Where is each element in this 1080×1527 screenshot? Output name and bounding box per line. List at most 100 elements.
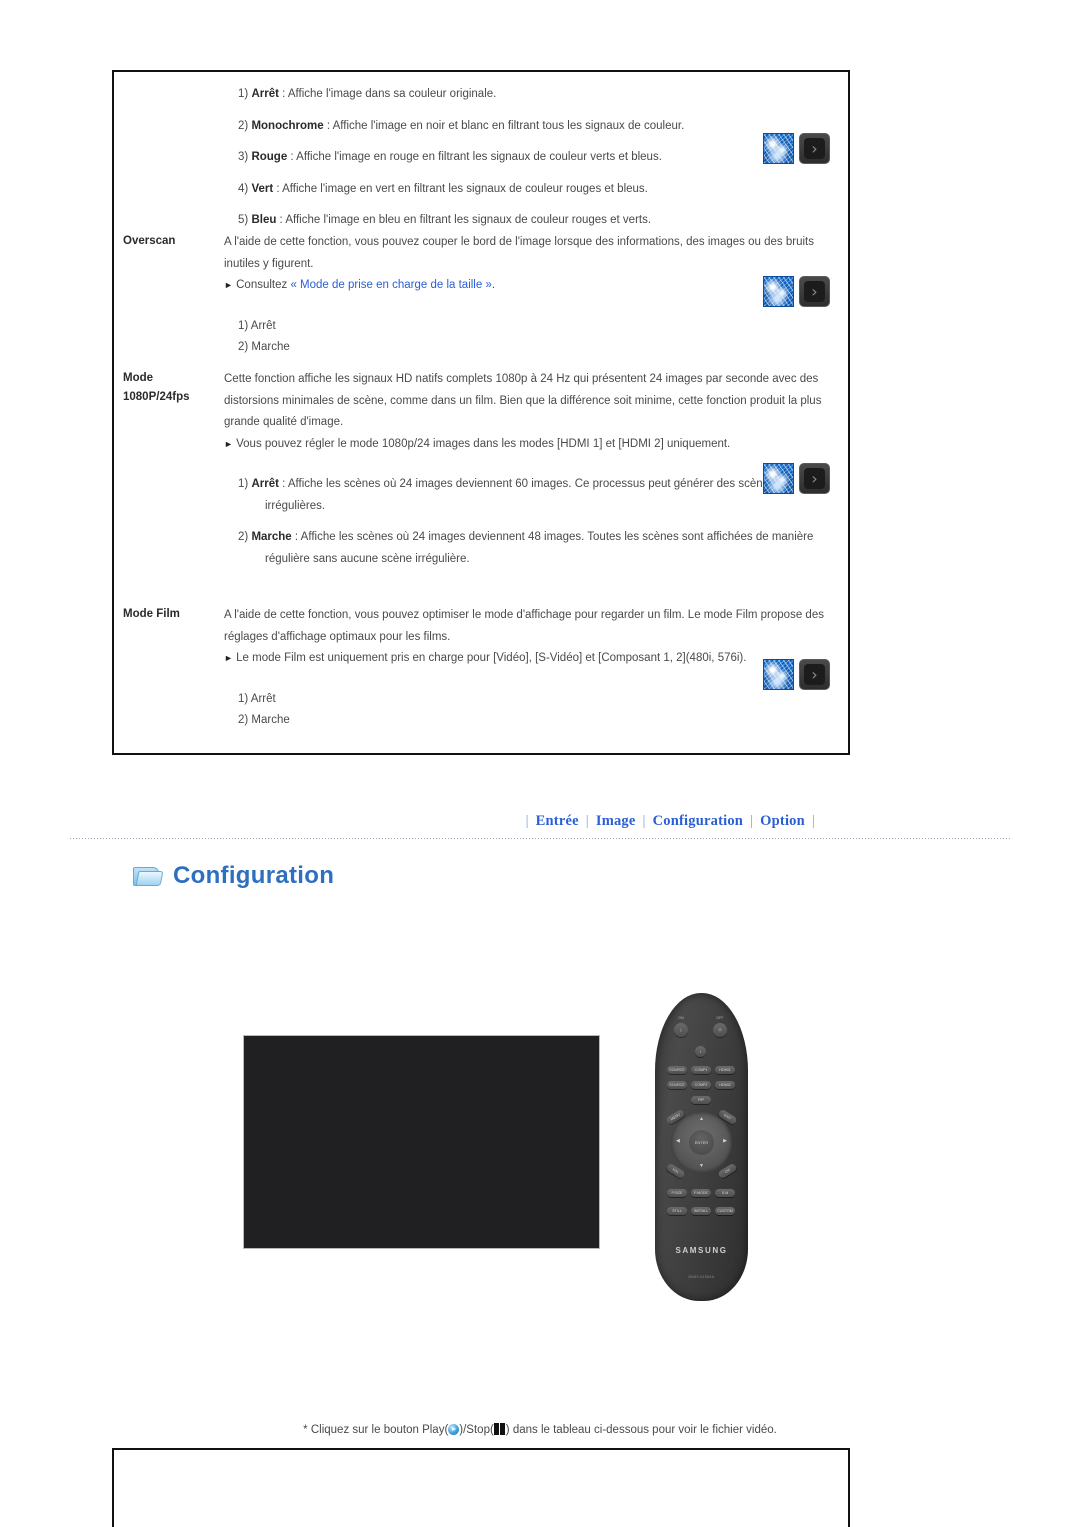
list-item: 2) Marche : Affiche les scènes où 24 ima… — [238, 527, 838, 570]
item-sep: : — [287, 151, 297, 163]
play-next-button-2[interactable]: › — [799, 276, 830, 307]
item-text: Affiche les scènes où 24 images devienne… — [265, 531, 814, 565]
note-text: Vous pouvez régler le mode 1080p/24 imag… — [236, 437, 731, 450]
list-item: 2) Marche — [238, 714, 290, 726]
stop-icon[interactable] — [494, 1423, 506, 1435]
item-sep: : — [291, 531, 301, 543]
item-text: Affiche l'image en noir et blanc en filt… — [332, 119, 685, 132]
info-button[interactable]: i — [695, 1046, 706, 1057]
item-text: Affiche l'image en bleu en filtrant les … — [285, 214, 652, 226]
chevron-right-icon: › — [811, 281, 818, 301]
item-term: Arrêt — [251, 88, 279, 100]
power-icon: ⏻ — [718, 1028, 722, 1032]
table-row: Overscan A l'aide de cette fonction, vou… — [114, 232, 848, 359]
dpad-up-icon: ▲ — [699, 1116, 704, 1122]
chevron-right-icon: › — [811, 664, 818, 684]
power-off-button[interactable]: ⏻ — [713, 1023, 727, 1037]
spec-table: 1) Arrêt : Affiche l'image dans sa coule… — [112, 70, 850, 755]
page-title: Configuration — [173, 862, 335, 889]
row-label-mode-1080p: Mode 1080P/24fps — [114, 369, 224, 570]
remote-control-image: ON OFF | ⏻ i SOURCE COMP1 HDMI1 SOURCE C… — [655, 993, 748, 1301]
chevron-right-icon: › — [811, 138, 818, 158]
remote-button-custom[interactable]: CUSTOM — [715, 1207, 735, 1215]
video-thumbnail-1[interactable] — [763, 133, 794, 164]
row-body: A l'aide de cette fonction, vous pouvez … — [224, 232, 848, 359]
tab-image[interactable]: Image — [596, 813, 636, 829]
item-term: Arrêt — [251, 478, 279, 490]
remote-button-source2[interactable]: SOURCE — [667, 1081, 687, 1089]
item-term: Bleu — [251, 214, 277, 226]
video-player[interactable] — [243, 1035, 600, 1249]
nav-separator: | — [642, 813, 646, 829]
note-prefix: Consultez — [236, 279, 291, 291]
page-title-group: Configuration — [133, 862, 334, 890]
tab-configuration[interactable]: Configuration — [653, 813, 743, 829]
item-sep: : — [278, 478, 288, 490]
nav-separator: | — [585, 813, 589, 829]
video-thumbnail-group: › — [763, 463, 830, 494]
row-note: ► Vous pouvez régler le mode 1080p/24 im… — [224, 434, 838, 456]
remote-button-hdmi1[interactable]: HDMI1 — [715, 1066, 735, 1074]
nav-separator: | — [811, 813, 815, 829]
row-note: ► Le mode Film est uniquement pris en ch… — [224, 648, 838, 670]
remote-button-psize[interactable]: P.SIZE — [667, 1189, 687, 1197]
list-item: 3) Rouge : Affiche l'image en rouge en f… — [238, 147, 838, 169]
remote-button-hdmi2[interactable]: HDMI2 — [715, 1081, 735, 1089]
remote-button-source1[interactable]: SOURCE — [667, 1066, 687, 1074]
row-note: ► Consultez « Mode de prise en charge de… — [224, 275, 838, 297]
video-thumbnail-group: › — [763, 133, 830, 164]
remote-button-comp2[interactable]: COMP2 — [691, 1081, 711, 1089]
list-item: 2) Monochrome : Affiche l'image en noir … — [238, 116, 838, 138]
breadcrumb-nav: | Entrée | Image | Configuration | Option | — [70, 812, 1010, 830]
row-label-line-2: 1080P/24fps — [123, 391, 190, 403]
option-list: 1) Arrêt 2) Marche — [224, 689, 838, 732]
list-item: 5) Bleu : Affiche l'image en bleu en fil… — [238, 210, 838, 232]
item-number: 3) — [238, 151, 249, 163]
nav-separator: | — [750, 813, 754, 829]
nav-separator: | — [525, 813, 529, 829]
play-next-button-4[interactable]: › — [799, 659, 830, 690]
power-on-label: ON — [678, 1016, 684, 1020]
dpad[interactable]: ▲ ▼ ◀ ▶ ENTER — [671, 1112, 732, 1173]
remote-button-install[interactable]: INSTALL — [691, 1207, 711, 1215]
item-number: 1) — [238, 478, 249, 490]
remote-button-sm[interactable]: S.M — [715, 1189, 735, 1197]
list-item: 1) Arrêt : Affiche les scènes où 24 imag… — [238, 474, 838, 517]
enter-button[interactable]: ENTER — [689, 1130, 714, 1155]
row-body: 1) Arrêt : Affiche l'image dans sa coule… — [224, 84, 848, 232]
video-thumbnail-3[interactable] — [763, 463, 794, 494]
table-row: 1) Arrêt : Affiche l'image dans sa coule… — [114, 84, 848, 232]
play-next-button-1[interactable]: › — [799, 133, 830, 164]
power-on-button[interactable]: | — [674, 1023, 688, 1037]
chevron-right-icon: › — [811, 468, 818, 488]
remote-button-pip[interactable]: PIP — [691, 1096, 711, 1104]
play-icon[interactable] — [448, 1424, 460, 1435]
option-list: 1) Arrêt 2) Marche — [224, 316, 838, 359]
item-sep: : — [323, 119, 333, 132]
remote-button-pmode[interactable]: P.MODE — [691, 1189, 711, 1197]
list-item: 2) Marche — [238, 341, 290, 353]
item-text: Affiche les scènes où 24 images devienne… — [265, 478, 775, 512]
brand-logo: SAMSUNG — [675, 1246, 728, 1255]
video-thumbnail-4[interactable] — [763, 659, 794, 690]
row-paragraph: A l'aide de cette fonction, vous pouvez … — [224, 609, 824, 643]
item-number: 2) — [238, 119, 249, 132]
tab-option[interactable]: Option — [760, 813, 805, 829]
triangle-bullet-icon: ► — [224, 280, 233, 290]
tab-entree[interactable]: Entrée — [536, 813, 579, 829]
dpad-left-icon: ◀ — [676, 1138, 680, 1144]
video-thumbnail-2[interactable] — [763, 276, 794, 307]
remote-button-still[interactable]: STILL — [667, 1207, 687, 1215]
dpad-down-icon: ▼ — [699, 1163, 704, 1169]
item-sep: : — [276, 214, 286, 226]
row-body: A l'aide de cette fonction, vous pouvez … — [224, 605, 848, 732]
video-thumbnail-group: › — [763, 659, 830, 690]
note-suffix: . — [491, 279, 496, 291]
footer-note: * Cliquez sur le bouton Play()/Stop() da… — [0, 1423, 1080, 1436]
remote-button-comp1[interactable]: COMP1 — [691, 1066, 711, 1074]
item-number: 4) — [238, 182, 249, 195]
play-next-button-3[interactable]: › — [799, 463, 830, 494]
note-link[interactable]: « Mode de prise en charge de la taille » — [290, 279, 491, 291]
item-term: Rouge — [251, 151, 288, 163]
item-term: Vert — [251, 182, 274, 195]
